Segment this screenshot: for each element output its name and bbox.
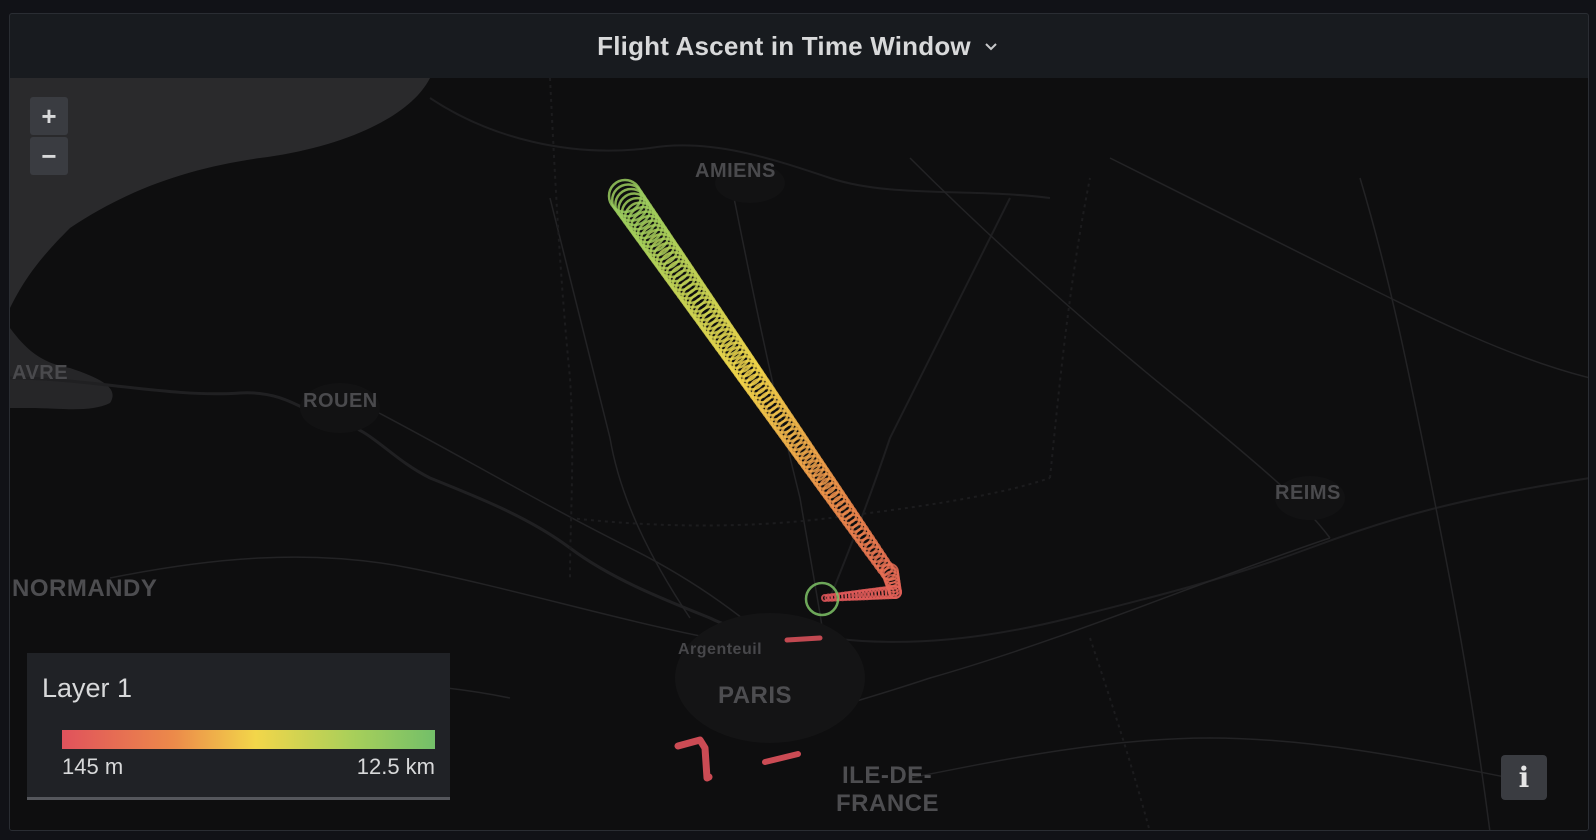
legend-min-label: 145 m xyxy=(62,754,124,779)
paris-urban-area xyxy=(675,613,865,743)
place-label-amiens: AMIENS xyxy=(695,160,776,182)
panel-title: Flight Ascent in Time Window xyxy=(597,30,971,61)
map-view[interactable]: AMIENS AVRE ROUEN NORMANDY REIMS Argente… xyxy=(10,78,1588,830)
legend-color-scale xyxy=(62,730,435,749)
zoom-in-button[interactable]: + xyxy=(30,97,68,135)
place-label-ile-de-france-1: ILE-DE- xyxy=(842,762,933,789)
place-label-havre: AVRE xyxy=(12,362,69,384)
place-label-normandy: NORMANDY xyxy=(12,575,158,602)
river-oise xyxy=(829,197,1011,599)
place-label-argenteuil: Argenteuil xyxy=(678,641,763,658)
river-marne xyxy=(829,477,1588,643)
info-button[interactable]: i xyxy=(1501,755,1547,800)
flight-track xyxy=(607,178,902,617)
zoom-out-button[interactable]: − xyxy=(30,137,68,175)
place-label-rouen: ROUEN xyxy=(303,390,378,412)
flight-track-south-2 xyxy=(762,751,801,765)
panel-title-menu[interactable]: Flight Ascent in Time Window xyxy=(597,31,1001,62)
legend-max-label: 12.5 km xyxy=(356,754,435,779)
legend-title: Layer 1 xyxy=(42,673,133,703)
map-panel: Flight Ascent in Time Window AMIENS AVRE… xyxy=(9,13,1589,831)
place-label-reims: REIMS xyxy=(1275,482,1341,504)
panel-header: Flight Ascent in Time Window xyxy=(10,14,1588,78)
place-label-paris: PARIS xyxy=(718,682,793,709)
sea-area xyxy=(10,78,430,308)
chevron-down-icon xyxy=(985,43,997,51)
flight-track-south-1 xyxy=(674,736,713,782)
place-label-ile-de-france-2: FRANCE xyxy=(836,790,939,817)
legend-panel: Layer 1 145 m 12.5 km xyxy=(27,653,450,800)
flight-track-short xyxy=(784,635,823,643)
